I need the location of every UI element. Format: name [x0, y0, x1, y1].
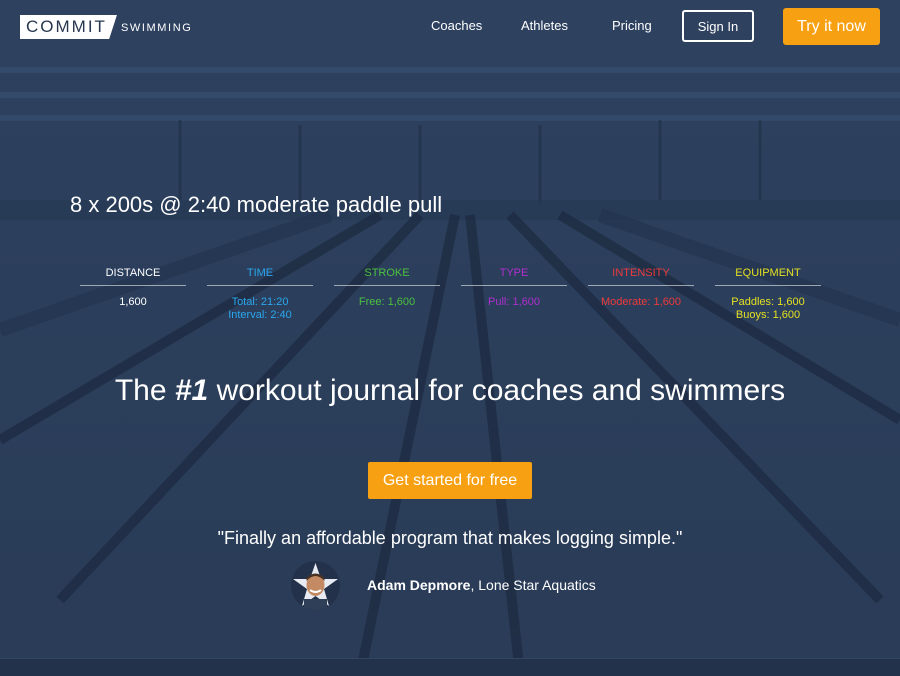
hero-headline-prefix: The [114, 374, 175, 407]
top-navigation: COMMIT SWIMMING Coaches Athletes Pricing… [0, 0, 900, 54]
hero-headline-highlight: #1 [174, 374, 209, 407]
nav-link-pricing[interactable]: Pricing [612, 18, 652, 33]
get-started-button[interactable]: Get started for free [368, 462, 532, 499]
nav-link-coaches[interactable]: Coaches [431, 18, 482, 33]
stat-column-stroke: STROKE Free: 1,600 [334, 266, 440, 309]
stat-header-time: TIME [207, 266, 313, 286]
stat-column-intensity: INTENSITY Moderate: 1,600 [588, 266, 694, 309]
stat-value-type: Pull: 1,600 [488, 296, 540, 308]
stat-value-equipment-buoys: Buoys: 1,600 [735, 309, 801, 321]
stat-value-equipment-paddles: Paddles: 1,600 [731, 296, 805, 308]
commit-swimming-logo[interactable]: COMMIT SWIMMING [20, 14, 192, 40]
logo-main-text: COMMIT [20, 15, 117, 39]
stat-value-stroke: Free: 1,600 [358, 296, 416, 308]
pool-background-image [0, 0, 900, 675]
testimonial-name: Adam Depmore [367, 577, 471, 593]
logo-sub-text: SWIMMING [120, 22, 193, 34]
stat-value-time-interval: Interval: 2:40 [228, 309, 292, 321]
workout-example-title: 8 x 200s @ 2:40 moderate paddle pull [70, 192, 443, 217]
stat-header-stroke: STROKE [334, 266, 440, 286]
workout-stats-table: DISTANCE 1,600 TIME Total: 21:20 Interva… [80, 266, 822, 336]
nav-link-athletes[interactable]: Athletes [521, 18, 568, 33]
stat-header-intensity: INTENSITY [588, 266, 694, 286]
stat-column-type: TYPE Pull: 1,600 [461, 266, 567, 309]
stat-column-distance: DISTANCE 1,600 [80, 266, 186, 309]
stat-header-type: TYPE [461, 266, 567, 286]
sign-in-button[interactable]: Sign In [682, 10, 754, 42]
testimonial-avatar [291, 561, 340, 610]
stat-value-intensity: Moderate: 1,600 [600, 296, 682, 308]
stat-value-distance: 1,600 [119, 296, 147, 308]
hero-headline-suffix: workout journal for coaches and swimmers [208, 374, 786, 407]
testimonial-quote: "Finally an affordable program that make… [217, 528, 683, 548]
person-avatar-icon [291, 561, 340, 610]
testimonial-org: , Lone Star Aquatics [470, 577, 596, 593]
stat-value-time-total: Total: 21:20 [231, 296, 289, 308]
testimonial-attribution: Adam Depmore, Lone Star Aquatics [367, 577, 596, 593]
stat-header-equipment: EQUIPMENT [715, 266, 821, 286]
page-bottom-edge [0, 658, 900, 676]
hero-headline: The #1 workout journal for coaches and s… [100, 374, 800, 408]
try-it-now-button[interactable]: Try it now [783, 8, 880, 45]
stat-column-equipment: EQUIPMENT Paddles: 1,600 Buoys: 1,600 [715, 266, 821, 322]
stat-column-time: TIME Total: 21:20 Interval: 2:40 [207, 266, 313, 322]
stat-header-distance: DISTANCE [80, 266, 186, 286]
